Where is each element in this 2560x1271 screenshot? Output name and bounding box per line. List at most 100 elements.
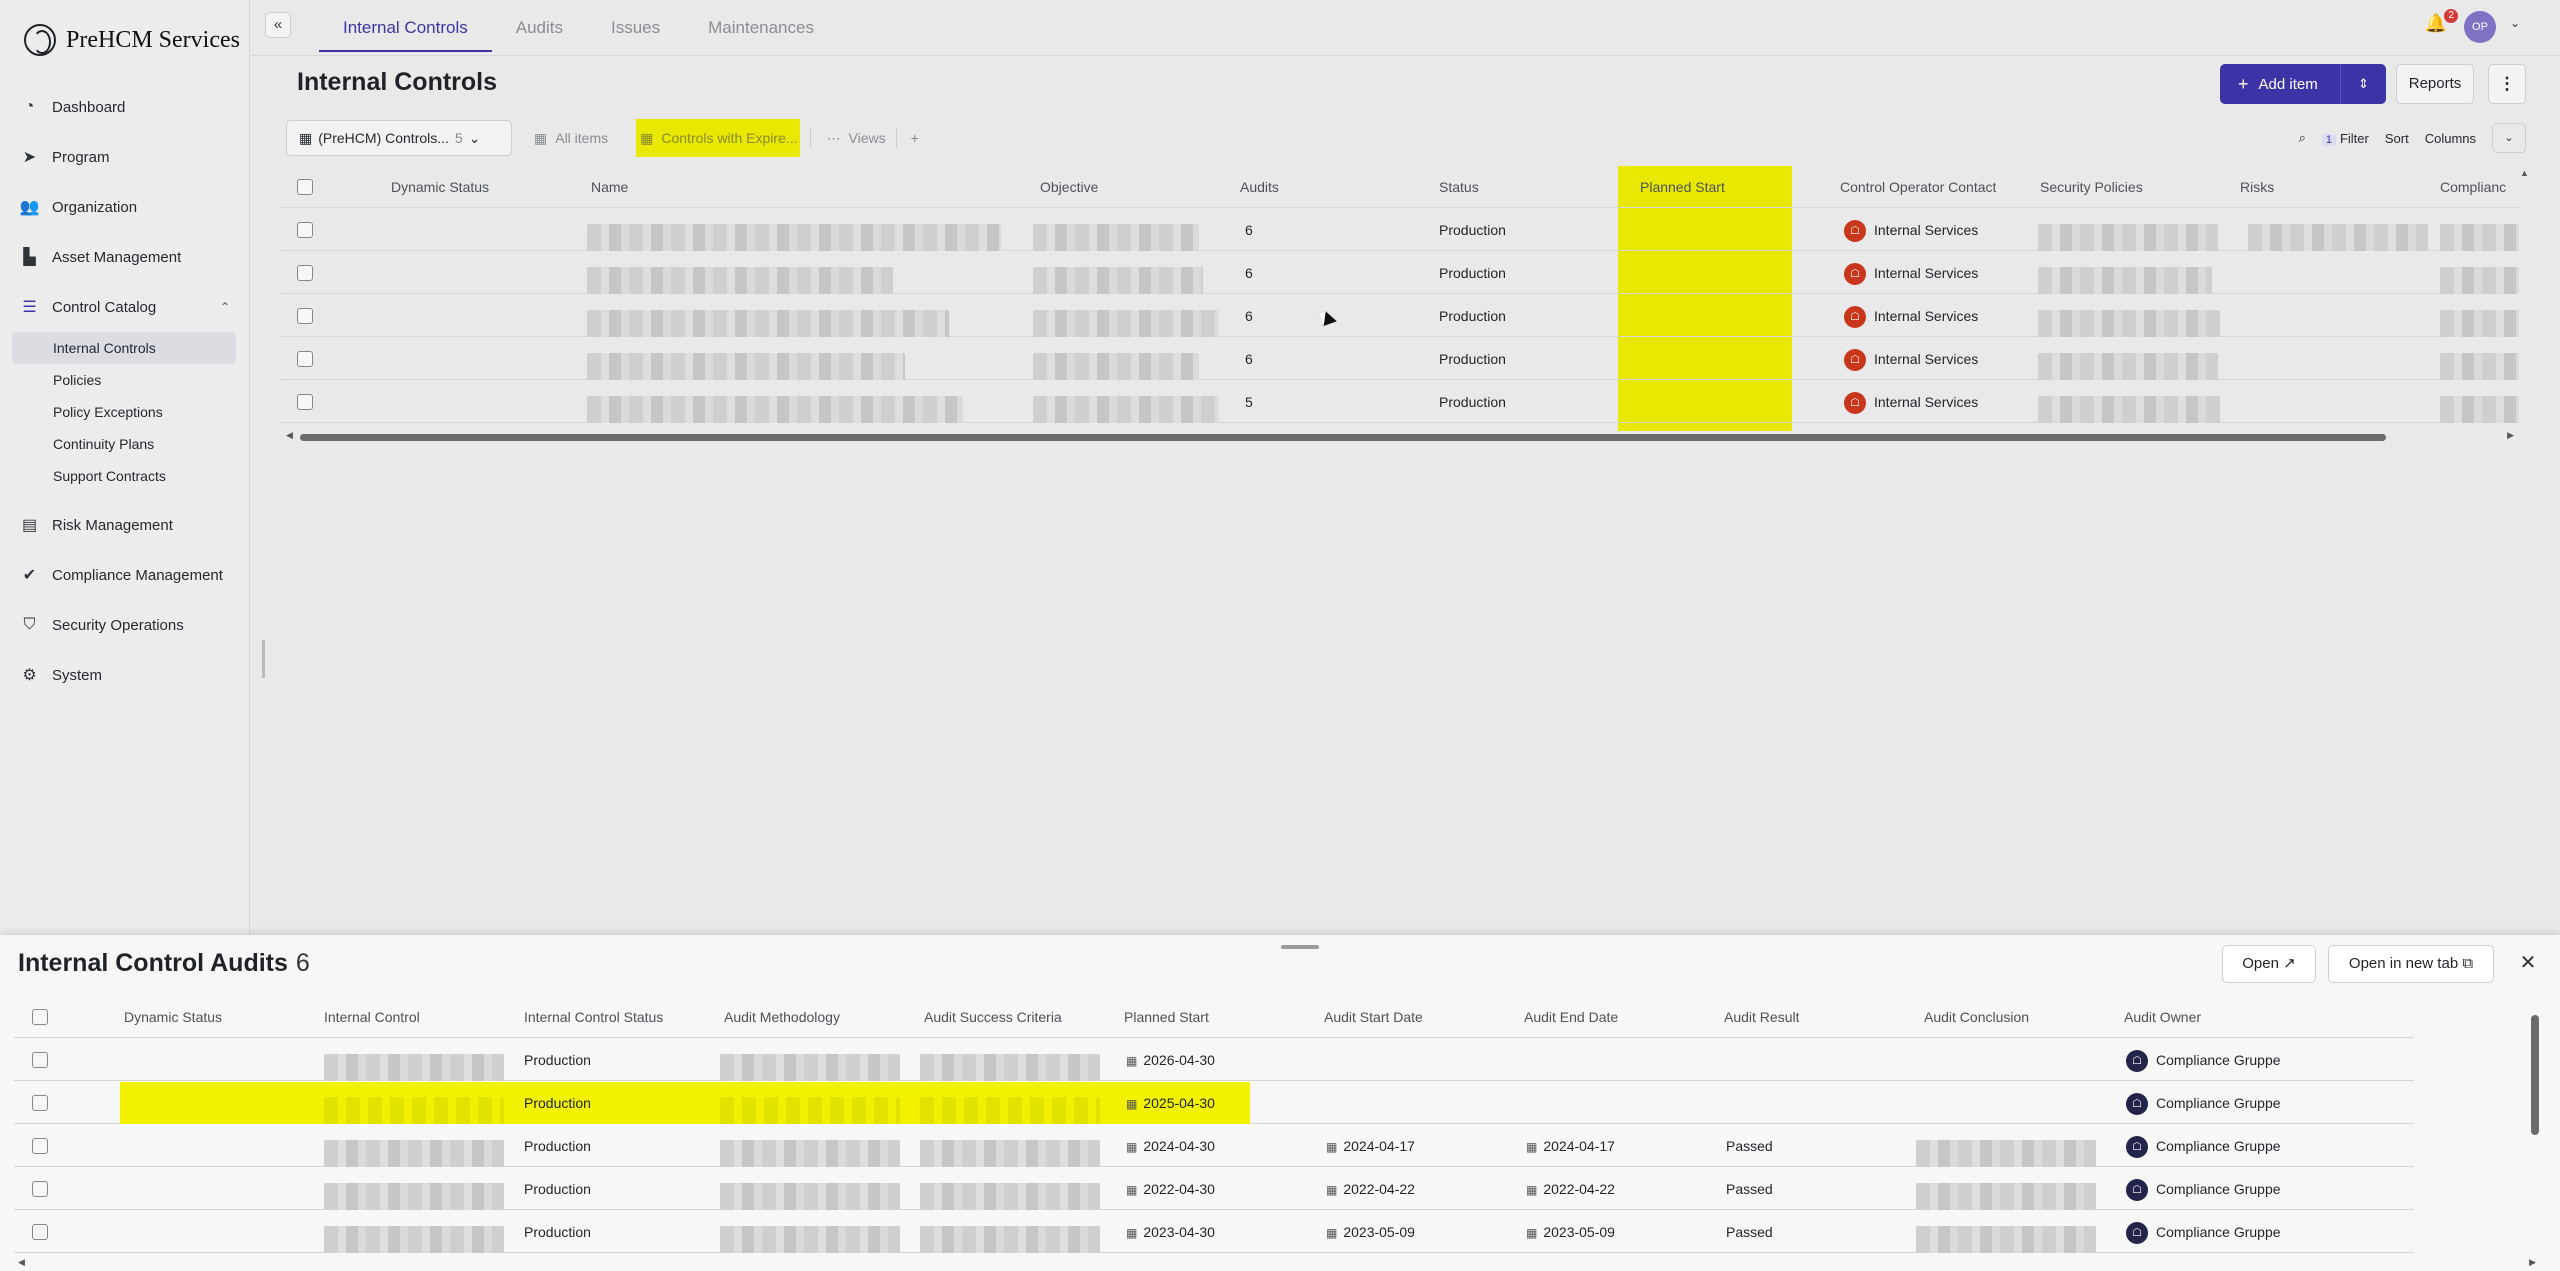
row-checkbox[interactable] — [32, 1125, 48, 1167]
column-header[interactable]: Control Operator Contact — [1840, 166, 1996, 208]
horizontal-scrollbar[interactable]: ◀ ▶ — [286, 430, 2514, 442]
column-header[interactable]: Audit Success Criteria — [924, 996, 1062, 1038]
search-icon[interactable]: ⌕ — [2299, 130, 2306, 146]
view-controls-with-expire[interactable]: ▦ Controls with Expire... — [636, 119, 800, 157]
sidebar-item-control-catalog[interactable]: ☰ Control Catalog ⌃ — [0, 282, 250, 332]
column-header[interactable]: Dynamic Status — [124, 996, 222, 1038]
column-header[interactable]: Status — [1439, 166, 1479, 208]
reports-button[interactable]: Reports — [2396, 64, 2474, 104]
column-header[interactable]: Planned Start — [1124, 996, 1209, 1038]
select-all-checkbox[interactable] — [297, 166, 313, 208]
columns-button[interactable]: Columns — [2425, 131, 2476, 146]
owner-cell[interactable]: ☖ Compliance Gruppe — [2126, 1125, 2281, 1167]
owner-cell[interactable]: ☖ Compliance Gruppe — [2126, 1039, 2281, 1081]
open-new-tab-button[interactable]: Open in new tab ⧉ — [2328, 945, 2494, 983]
column-header[interactable]: Name — [591, 166, 628, 208]
open-button[interactable]: Open ↗ — [2222, 945, 2316, 983]
name-cell-redacted[interactable] — [587, 381, 963, 423]
scrollbar-thumb[interactable] — [2531, 1015, 2539, 1135]
table-row[interactable]: ! 6 Production ☖Internal Services — [281, 252, 2519, 294]
name-cell-redacted[interactable] — [587, 338, 905, 380]
table-row[interactable]: Production ▦ 2026-04-30 ☖ Compliance Grupp… — [14, 1039, 2414, 1081]
sort-button[interactable]: Sort — [2385, 131, 2409, 146]
owner-cell[interactable]: ☖ Compliance Gruppe — [2126, 1211, 2281, 1253]
tab-audits[interactable]: Audits — [492, 0, 587, 52]
column-header[interactable]: Internal Control Status — [524, 996, 663, 1038]
panel-drag-handle[interactable] — [1281, 945, 1319, 949]
column-header[interactable]: Audit Owner — [2124, 996, 2201, 1038]
column-header[interactable]: Audit Result — [1724, 996, 1799, 1038]
scroll-up-arrow[interactable]: ▲ — [2520, 168, 2529, 178]
sidebar-item-risk-management[interactable]: ▤ Risk Management — [0, 500, 250, 550]
scrollbar-thumb[interactable] — [300, 434, 2386, 441]
scroll-right-arrow[interactable]: ▶ — [2507, 430, 2514, 441]
column-header[interactable]: Planned Start — [1640, 166, 1725, 208]
sidebar-subitem-policies[interactable]: Policies — [12, 364, 236, 396]
owner-cell[interactable]: ☖ Compliance Gruppe — [2126, 1168, 2281, 1210]
column-header[interactable]: Audits — [1240, 166, 1279, 208]
scroll-left-arrow[interactable]: ◀ — [286, 430, 293, 441]
scroll-right-arrow[interactable]: ▶ — [2529, 1257, 2536, 1268]
row-checkbox[interactable] — [297, 338, 313, 380]
chevron-down-icon[interactable]: ⌄ — [2492, 123, 2526, 153]
column-header[interactable]: Complianc — [2440, 166, 2506, 208]
column-header[interactable]: Risks — [2240, 166, 2274, 208]
table-row[interactable]: 1 Production ▦2023-04-30 ▦2023-05-09 ▦20… — [14, 1211, 2414, 1253]
row-checkbox[interactable] — [32, 1168, 48, 1210]
internal-control-redacted[interactable] — [324, 1125, 504, 1167]
more-options-icon[interactable]: ⋮ — [2488, 64, 2526, 104]
row-checkbox[interactable] — [297, 252, 313, 294]
internal-control-redacted[interactable] — [324, 1039, 504, 1081]
column-header[interactable]: Audit Conclusion — [1924, 996, 2029, 1038]
tab-maintenances[interactable]: Maintenances — [684, 0, 838, 52]
column-header[interactable]: Objective — [1040, 166, 1098, 208]
tab-issues[interactable]: Issues — [587, 0, 684, 52]
filter-button[interactable]: 1 Filter — [2321, 131, 2369, 146]
column-header[interactable]: Audit Start Date — [1324, 996, 1423, 1038]
sidebar-item-organization[interactable]: 👥 Organization — [0, 182, 250, 232]
scroll-left-arrow[interactable]: ◀ — [18, 1257, 25, 1268]
column-header[interactable]: Audit Methodology — [724, 996, 840, 1038]
row-checkbox[interactable] — [32, 1211, 48, 1253]
views-menu[interactable]: ⋯ Views — [827, 130, 886, 147]
sidebar-subitem-continuity-plans[interactable]: Continuity Plans — [12, 428, 236, 460]
table-row[interactable]: ! 6 Production ☖Internal Services — [281, 338, 2519, 380]
row-checkbox[interactable] — [32, 1082, 48, 1124]
app-logo[interactable]: PreHCM Services — [24, 24, 240, 56]
chevron-up-icon[interactable]: ⌃ — [220, 300, 230, 314]
row-checkbox[interactable] — [32, 1039, 48, 1081]
column-header[interactable]: Audit End Date — [1524, 996, 1618, 1038]
chevron-down-icon[interactable]: ⌄ — [2510, 16, 2520, 30]
row-checkbox[interactable] — [297, 295, 313, 337]
sidebar-item-dashboard[interactable]: ◔ Dashboard — [0, 82, 250, 132]
sidebar-subitem-policy-exceptions[interactable]: Policy Exceptions — [12, 396, 236, 428]
view-select[interactable]: ▦ (PreHCM) Controls... 5 ⌄ — [286, 120, 512, 156]
vertical-scrollbar[interactable] — [2530, 1003, 2540, 1193]
sidebar-item-system[interactable]: ⚙ System — [0, 650, 250, 700]
operator-cell[interactable]: ☖ Internal Services — [1844, 295, 1978, 337]
operator-cell[interactable]: ☖ Internal Services — [1844, 252, 1978, 294]
operator-cell[interactable]: ☖ Internal Services — [1844, 338, 1978, 380]
column-header[interactable]: Security Policies — [2040, 166, 2143, 208]
view-all-items[interactable]: ▦ All items — [534, 130, 608, 147]
collapse-sidebar-button[interactable]: « — [265, 12, 291, 38]
add-view-button[interactable]: + — [911, 130, 919, 146]
name-cell-redacted[interactable] — [587, 295, 949, 337]
select-all-checkbox[interactable] — [32, 996, 48, 1038]
table-row[interactable]: Production ▦ 2022-04-30 ▦ 2022-04-22 ▦ 2022… — [14, 1168, 2414, 1210]
tab-internal-controls[interactable]: Internal Controls — [319, 0, 492, 52]
column-header[interactable]: Dynamic Status — [391, 166, 489, 208]
horizontal-scrollbar[interactable]: ◀ ▶ — [0, 1257, 2540, 1267]
operator-cell[interactable]: ☖ Internal Services — [1844, 209, 1978, 251]
sidebar-resize-handle[interactable] — [262, 640, 265, 678]
sidebar-subitem-internal-controls[interactable]: Internal Controls — [12, 332, 236, 364]
avatar[interactable]: OP — [2464, 11, 2496, 43]
close-icon[interactable]: ✕ — [2516, 951, 2540, 975]
sidebar-item-asset-management[interactable]: ▙ Asset Management — [0, 232, 250, 282]
table-row[interactable]: ! 5 Production ☖Internal Services — [281, 381, 2519, 423]
operator-cell[interactable]: ☖ Internal Services — [1844, 381, 1978, 423]
name-cell-redacted[interactable] — [587, 252, 893, 294]
owner-cell[interactable]: ☖ Compliance Gruppe — [2126, 1082, 2281, 1124]
sidebar-item-security-operations[interactable]: ⛉ Security Operations — [0, 600, 250, 650]
row-checkbox[interactable] — [297, 381, 313, 423]
